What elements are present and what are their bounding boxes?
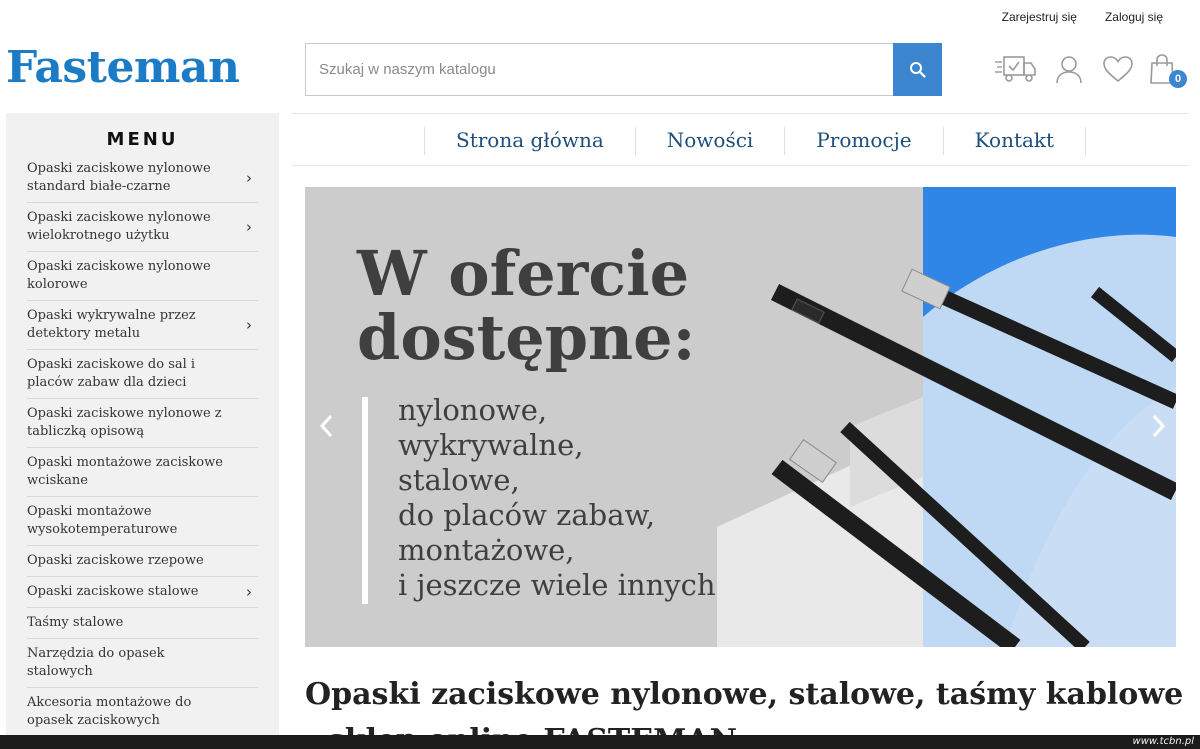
user-account-icon[interactable] (1054, 52, 1084, 86)
hero-banner[interactable]: W ofercie dostępne: nylonowe, wykrywalne,… (305, 187, 1176, 647)
banner-product-list: nylonowe, wykrywalne, stalowe, do placów za… (398, 393, 716, 603)
category-label: Taśmy stalowe (27, 615, 124, 630)
search-icon (910, 62, 926, 78)
category-item[interactable]: Opaski zaciskowe nylonowe wielokrotnego … (27, 203, 258, 252)
category-label: Opaski zaciskowe nylonowe wielokrotnego … (27, 210, 211, 243)
nav-link[interactable]: Nowości (636, 127, 786, 155)
bottom-strip: www.tcbn.pl (0, 735, 1200, 749)
wishlist-heart-icon[interactable] (1101, 52, 1135, 86)
category-label: Narzędzia do opasek stalowych (27, 646, 165, 679)
chevron-right-icon: › (246, 583, 252, 601)
category-list: Opaski zaciskowe nylonowe standard białe… (27, 154, 258, 737)
menu-title: MENU (106, 129, 179, 150)
category-label: Opaski montażowe zaciskowe wciskane (27, 455, 223, 488)
category-label: Akcesoria montażowe do opasek zaciskowyc… (27, 695, 192, 728)
carousel-prev-button[interactable] (317, 413, 337, 444)
main-nav: Strona główna Nowości Promocje Kontakt (292, 113, 1189, 166)
category-sidebar: MENU Opaski zaciskowe nylonowe standard … (6, 113, 279, 749)
category-label: Opaski zaciskowe rzepowe (27, 553, 204, 568)
banner-headline: W ofercie dostępne: (357, 242, 695, 370)
cart-count-badge: 0 (1169, 70, 1187, 88)
header-icons: 0 (993, 52, 1187, 88)
nav-items: Strona główna Nowości Promocje Kontakt (424, 127, 1087, 155)
banner-headline-line2: dostępne: (357, 301, 696, 374)
register-link[interactable]: Zarejestruj się (1002, 10, 1077, 24)
category-label: Opaski zaciskowe nylonowe kolorowe (27, 259, 211, 292)
category-item[interactable]: Opaski montażowe wysokotemperaturowe (27, 497, 258, 546)
search-bar (305, 43, 942, 96)
banner-accent-bar (362, 397, 368, 604)
chevron-left-icon (319, 414, 333, 438)
nav-link[interactable]: Promocje (785, 127, 944, 155)
banner-list-item: i jeszcze wiele innych (398, 568, 716, 602)
nav-link[interactable]: Kontakt (944, 127, 1087, 155)
chevron-right-icon: › (246, 218, 252, 236)
carousel-next-button[interactable] (1148, 413, 1168, 444)
banner-headline-line1: W ofercie (357, 237, 690, 310)
category-item[interactable]: Narzędzia do opasek stalowych (27, 639, 258, 688)
category-label: Opaski zaciskowe stalowe (27, 584, 199, 599)
banner-list-item: montażowe, (398, 533, 575, 567)
search-button[interactable] (893, 43, 942, 96)
category-label: Opaski zaciskowe do sal i placów zabaw d… (27, 357, 196, 390)
category-item[interactable]: Opaski montażowe zaciskowe wciskane (27, 448, 258, 497)
category-item[interactable]: Opaski wykrywalne przez detektory metalu… (27, 301, 258, 350)
category-item[interactable]: Taśmy stalowe (27, 608, 258, 639)
chevron-right-icon (1152, 414, 1166, 438)
chevron-right-icon: › (246, 316, 252, 334)
banner-list-item: stalowe, (398, 463, 520, 497)
top-links: Zarejestruj się Zaloguj się (1002, 10, 1163, 24)
delivery-truck-icon[interactable] (993, 52, 1037, 86)
banner-list-item: nylonowe, (398, 393, 548, 427)
cart-button[interactable]: 0 (1148, 52, 1187, 88)
search-input[interactable] (306, 44, 893, 95)
chevron-right-icon: › (246, 169, 252, 187)
category-item[interactable]: Opaski zaciskowe nylonowe standard białe… (27, 154, 258, 203)
category-item[interactable]: Opaski zaciskowe rzepowe (27, 546, 258, 577)
banner-list-item: wykrywalne, (398, 428, 584, 462)
category-label: Opaski montażowe wysokotemperaturowe (27, 504, 178, 537)
banner-list-item: do placów zabaw, (398, 498, 656, 532)
category-item[interactable]: Opaski zaciskowe stalowe › (27, 577, 258, 608)
category-item[interactable]: Opaski zaciskowe nylonowe z tabliczką op… (27, 399, 258, 448)
category-label: Opaski wykrywalne przez detektory metalu (27, 308, 196, 341)
nav-link[interactable]: Strona główna (425, 127, 636, 155)
category-item[interactable]: Akcesoria montażowe do opasek zaciskowyc… (27, 688, 258, 737)
site-logo[interactable]: Fasteman (6, 42, 240, 93)
category-item[interactable]: Opaski zaciskowe nylonowe kolorowe (27, 252, 258, 301)
login-link[interactable]: Zaloguj się (1105, 10, 1163, 24)
category-item[interactable]: Opaski zaciskowe do sal i placów zabaw d… (27, 350, 258, 399)
category-label: Opaski zaciskowe nylonowe z tabliczką op… (27, 406, 222, 439)
watermark-text: www.tcbn.pl (1132, 736, 1194, 747)
category-label: Opaski zaciskowe nylonowe standard białe… (27, 161, 211, 194)
